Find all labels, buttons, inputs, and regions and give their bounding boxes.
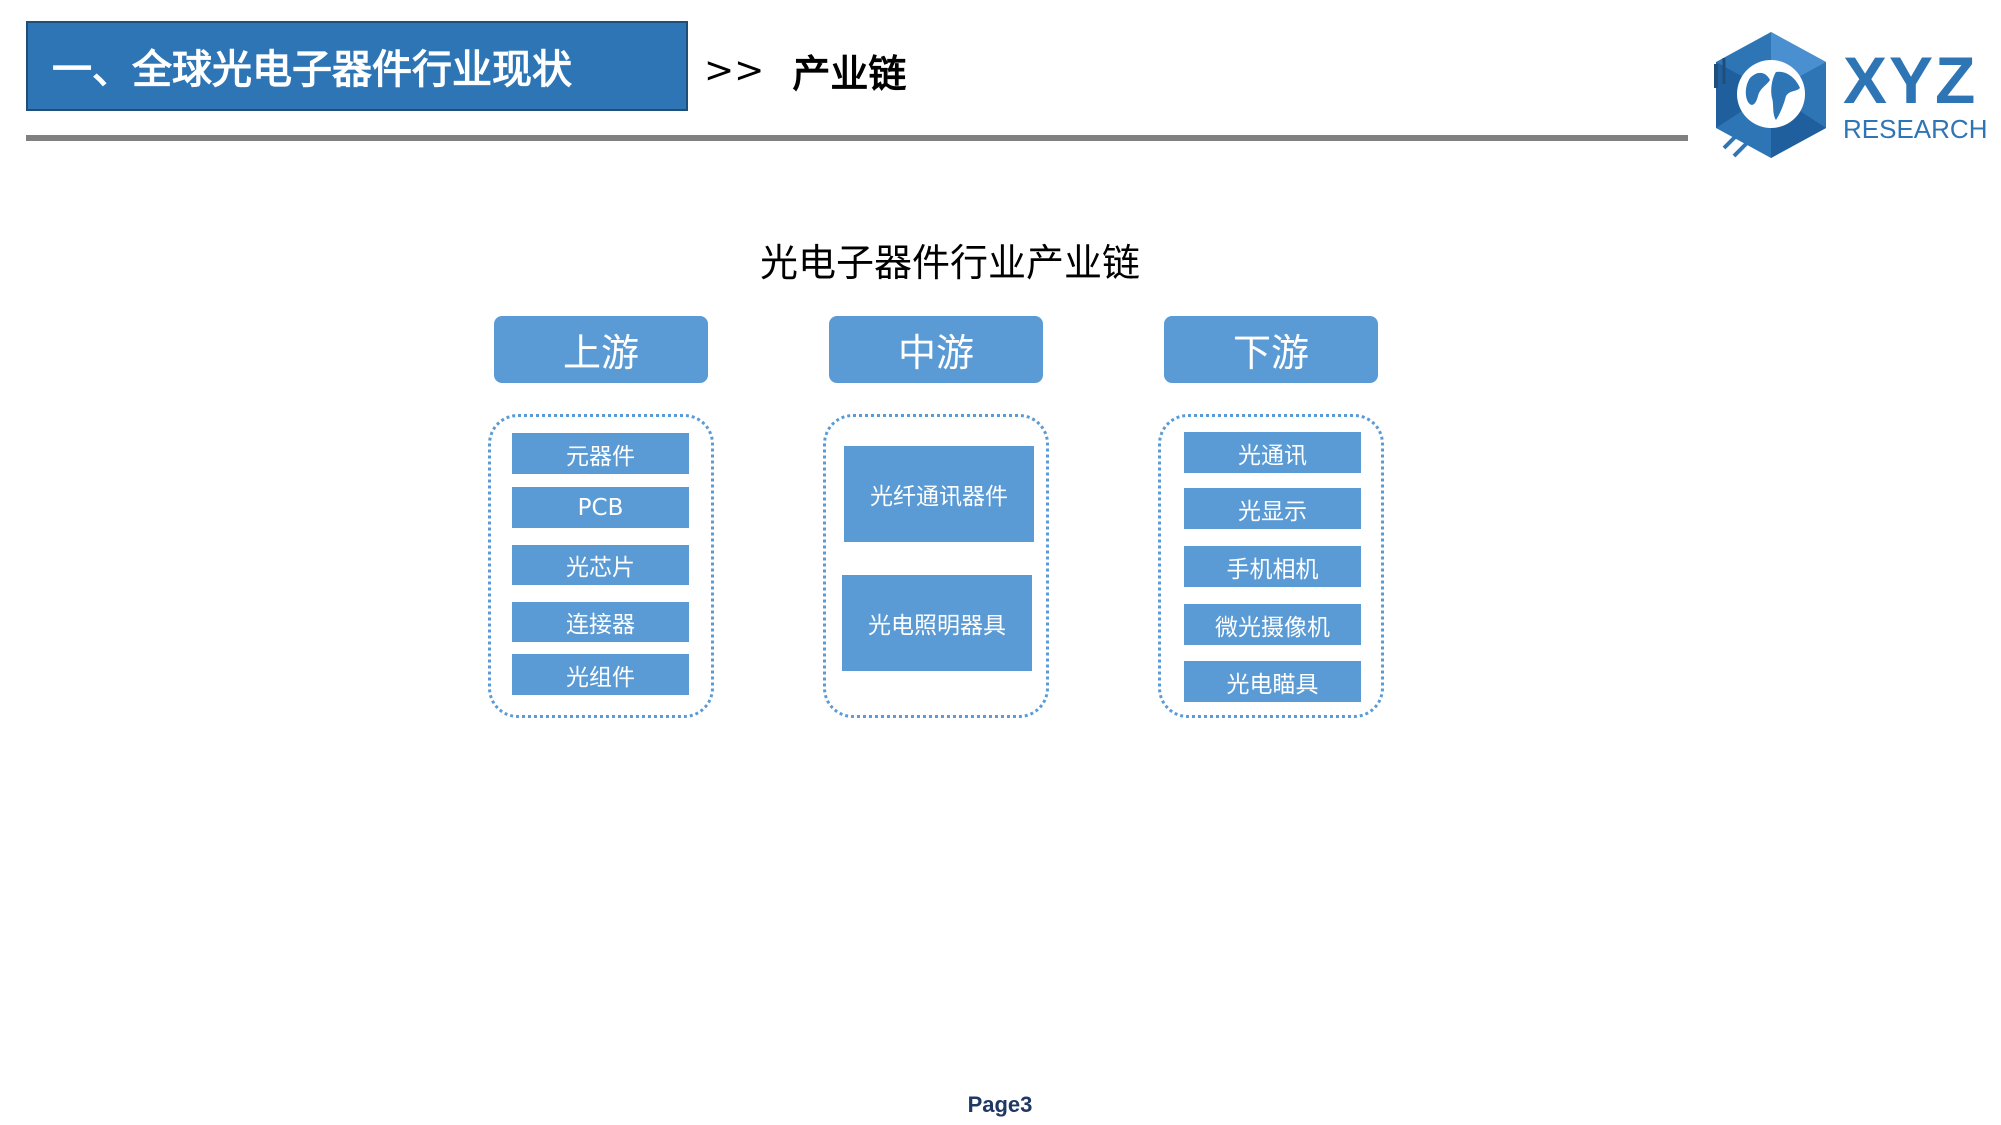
diagram-title: 光电子器件行业产业链 <box>759 241 1140 285</box>
stage-header-midstream: 中游 <box>829 316 1043 383</box>
downstream-item: 手机相机 <box>1184 546 1361 587</box>
stage-header-upstream: 上游 <box>494 316 708 383</box>
downstream-item: 光通讯 <box>1184 432 1361 473</box>
breadcrumb-separator: >> <box>704 49 765 91</box>
breadcrumb: >> 产业链 <box>704 40 906 100</box>
company-logo: XYZ RESEARCH <box>1706 28 1988 168</box>
upstream-item: 连接器 <box>512 602 689 642</box>
upstream-item: 光组件 <box>512 654 689 695</box>
stage-header-downstream: 下游 <box>1164 316 1378 383</box>
downstream-item: 光显示 <box>1184 488 1361 529</box>
downstream-item: 光电瞄具 <box>1184 661 1361 702</box>
logo-wordmark: XYZ <box>1843 43 1978 117</box>
globe-hexagon-icon <box>1714 32 1826 158</box>
upstream-item: 光芯片 <box>512 545 689 585</box>
logo-subtitle: RESEARCH <box>1843 114 1988 144</box>
upstream-item: 元器件 <box>512 433 689 474</box>
midstream-item: 光电照明器具 <box>842 575 1032 671</box>
page-number: Page3 <box>967 1092 1033 1117</box>
midstream-item: 光纤通讯器件 <box>844 446 1034 542</box>
upstream-item: PCB <box>512 487 689 528</box>
section-title: 一、全球光电子器件行业现状 <box>52 47 572 93</box>
downstream-item: 微光摄像机 <box>1184 604 1361 645</box>
section-title-bar: 一、全球光电子器件行业现状 <box>26 21 688 111</box>
header-divider <box>26 135 1688 141</box>
breadcrumb-current: 产业链 <box>792 51 907 96</box>
